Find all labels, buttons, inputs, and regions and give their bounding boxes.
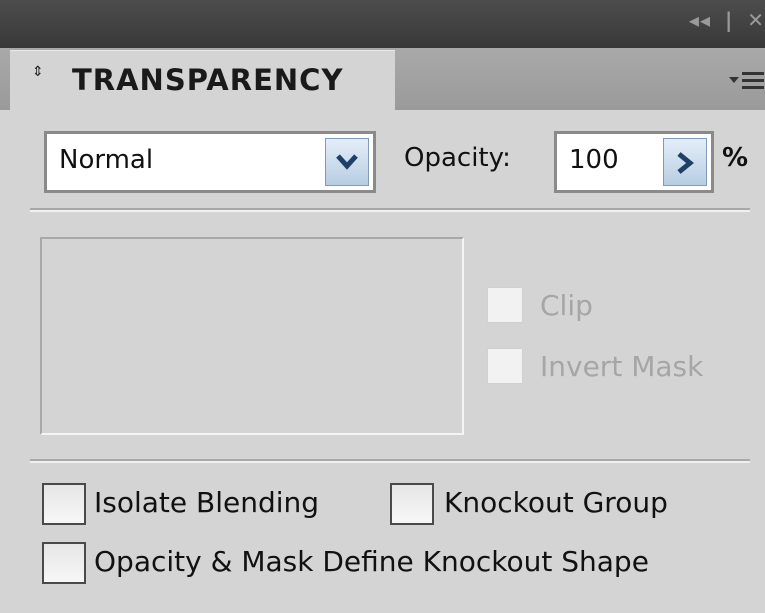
titlebar-controls: ◂◂ | ✕ xyxy=(689,8,765,38)
isolate-blending-label: Isolate Blending xyxy=(94,486,320,519)
divider-top xyxy=(30,208,750,212)
opacity-mask-thumbnail[interactable] xyxy=(40,237,464,435)
divider-bottom xyxy=(30,459,750,463)
opacity-field[interactable]: 100 xyxy=(554,131,714,193)
chevron-down-icon xyxy=(336,154,358,170)
knockout-group-checkbox[interactable] xyxy=(390,483,434,525)
opacity-value[interactable]: 100 xyxy=(569,145,619,175)
clip-label: Clip xyxy=(540,289,593,322)
invert-mask-label: Invert Mask xyxy=(540,350,704,383)
chevron-right-icon xyxy=(677,152,694,174)
blend-mode-dropdown-button[interactable] xyxy=(325,138,369,186)
opacity-mask-knockout-checkbox[interactable] xyxy=(42,542,86,584)
panel-titlebar: ◂◂ | ✕ xyxy=(0,0,765,48)
opacity-slider-button[interactable] xyxy=(663,138,707,186)
opacity-label: Opacity: xyxy=(404,143,511,173)
isolate-blending-checkbox[interactable] xyxy=(42,483,86,525)
blend-mode-value: Normal xyxy=(59,145,154,175)
collapse-panel-icon[interactable]: ◂◂ xyxy=(689,8,711,32)
up-down-arrows-icon[interactable]: ⇕ xyxy=(32,65,44,79)
tab-bar: ⇕ TRANSPARENCY xyxy=(0,48,765,111)
opacity-mask-knockout-label: Opacity & Mask Define Knockout Shape xyxy=(94,545,649,578)
opacity-unit: % xyxy=(722,143,749,173)
titlebar-separator: | xyxy=(724,8,734,32)
invert-mask-checkbox[interactable] xyxy=(487,348,523,384)
knockout-group-label: Knockout Group xyxy=(444,486,668,519)
blend-mode-dropdown[interactable]: Normal xyxy=(44,131,376,193)
close-panel-icon[interactable]: ✕ xyxy=(747,8,765,32)
tab-transparency[interactable]: ⇕ TRANSPARENCY xyxy=(10,50,395,111)
clip-checkbox[interactable] xyxy=(487,287,523,323)
tab-title: TRANSPARENCY xyxy=(72,63,344,97)
panel-menu-icon[interactable] xyxy=(725,68,765,94)
